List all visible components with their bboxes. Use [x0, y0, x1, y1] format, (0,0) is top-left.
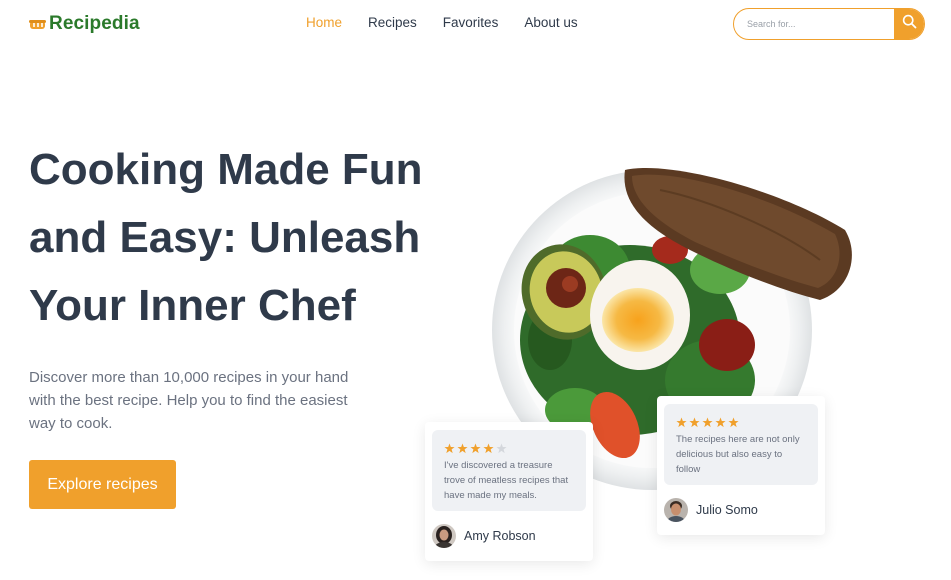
avatar: [664, 498, 688, 522]
review-bubble: The recipes here are not only delicious …: [664, 404, 818, 485]
nav-item-home[interactable]: Home: [306, 15, 342, 30]
star-icon: [483, 441, 494, 454]
author-name: Amy Robson: [464, 529, 536, 543]
review-author: Amy Robson: [432, 524, 536, 548]
review-card: I've discovered a treasure trove of meat…: [425, 422, 593, 561]
star-icon: [702, 415, 713, 428]
star-icon: [457, 441, 468, 454]
star-icon: [444, 441, 455, 454]
brand-logo[interactable]: Recipedia: [29, 11, 140, 37]
review-author: Julio Somo: [664, 498, 758, 522]
star-icon: [676, 415, 687, 428]
author-name: Julio Somo: [696, 503, 758, 517]
search-icon: [902, 14, 917, 34]
pot-icon: [29, 17, 46, 32]
explore-recipes-button[interactable]: Explore recipes: [29, 460, 176, 509]
avatar: [432, 524, 456, 548]
star-icon: [470, 441, 481, 454]
hero-description: Discover more than 10,000 recipes in you…: [29, 369, 349, 432]
review-card: The recipes here are not only delicious …: [657, 396, 825, 535]
star-icon: [715, 415, 726, 428]
star-rating: [676, 415, 806, 428]
hero-title: Cooking Made Fun and Easy: Unleash Your …: [29, 145, 423, 330]
search-button[interactable]: [894, 9, 924, 39]
nav-item-about-us[interactable]: About us: [524, 15, 577, 30]
nav-item-recipes[interactable]: Recipes: [368, 15, 417, 30]
review-bubble: I've discovered a treasure trove of meat…: [432, 430, 586, 511]
search-input[interactable]: [734, 9, 896, 39]
review-text: I've discovered a treasure trove of meat…: [444, 460, 569, 501]
nav-item-favorites[interactable]: Favorites: [443, 15, 499, 30]
star-icon: [689, 415, 700, 428]
brand-name: Recipedia: [49, 13, 140, 34]
star-empty-icon: [496, 441, 507, 454]
review-text: The recipes here are not only delicious …: [676, 434, 800, 475]
search-bar: [733, 8, 925, 40]
main-nav: Home Recipes Favorites About us: [306, 15, 604, 30]
star-rating: [444, 441, 574, 454]
star-icon: [728, 415, 739, 428]
